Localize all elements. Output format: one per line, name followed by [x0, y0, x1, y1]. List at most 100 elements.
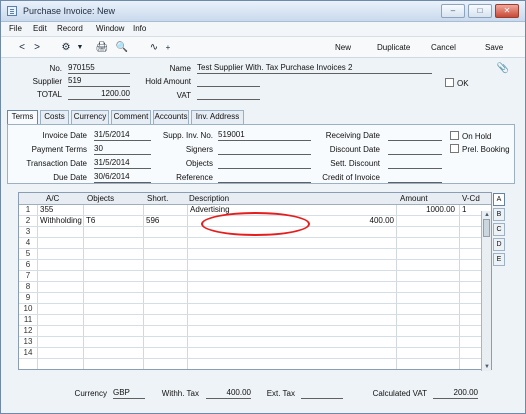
supplier-field[interactable]: 519	[68, 76, 130, 87]
cell-description[interactable]	[190, 249, 394, 260]
due-date-field[interactable]: 30/6/2014	[94, 172, 151, 183]
cell-short[interactable]	[146, 326, 185, 337]
new-button[interactable]: New	[335, 43, 351, 52]
cell-short[interactable]	[146, 337, 185, 348]
tab-comment[interactable]: Comment	[111, 110, 151, 124]
table-row[interactable]: 7	[19, 271, 491, 282]
table-row[interactable]: 10	[19, 304, 491, 315]
tab-currency[interactable]: Currency	[71, 110, 109, 124]
table-row[interactable]: 9	[19, 293, 491, 304]
cell-amount[interactable]	[399, 315, 455, 326]
cell-short[interactable]	[146, 260, 185, 271]
table-row[interactable]: 6	[19, 260, 491, 271]
menu-edit[interactable]: Edit	[33, 24, 47, 33]
cell-ac[interactable]: 355	[40, 205, 82, 216]
cell-description[interactable]	[190, 348, 394, 359]
cell-amount[interactable]	[399, 304, 455, 315]
cell-short[interactable]	[146, 315, 185, 326]
invoice-date-field[interactable]: 31/5/2014	[94, 130, 151, 141]
cell-amount[interactable]	[399, 238, 455, 249]
gear-icon[interactable]: ⚙	[59, 41, 73, 54]
cell-objects[interactable]	[86, 205, 141, 216]
duplicate-button[interactable]: Duplicate	[377, 43, 410, 52]
table-row[interactable]: 5	[19, 249, 491, 260]
cell-ac[interactable]: Withholding Tax	[40, 216, 82, 227]
cell-amount[interactable]	[399, 337, 455, 348]
plus-icon[interactable]: +	[161, 41, 175, 54]
cell-vcd[interactable]	[462, 271, 482, 282]
scroll-down-icon[interactable]: ▼	[483, 363, 491, 371]
cell-ac[interactable]	[40, 293, 82, 304]
vat-field[interactable]	[197, 89, 260, 100]
back-icon[interactable]: <	[15, 41, 29, 54]
cell-amount[interactable]	[399, 326, 455, 337]
cell-objects[interactable]	[86, 337, 141, 348]
cell-short[interactable]	[146, 293, 185, 304]
number-field[interactable]: 970155	[68, 63, 130, 74]
cell-description[interactable]	[190, 271, 394, 282]
close-button[interactable]: ✕	[495, 4, 519, 18]
tab-accounts[interactable]: Accounts	[153, 110, 189, 124]
cell-vcd[interactable]	[462, 260, 482, 271]
name-field[interactable]: Test Supplier With. Tax Purchase Invoice…	[197, 63, 432, 74]
cell-objects[interactable]: T6	[86, 216, 141, 227]
cell-ac[interactable]	[40, 337, 82, 348]
cell-objects[interactable]	[86, 304, 141, 315]
table-row[interactable]: 4	[19, 238, 491, 249]
cell-amount[interactable]	[399, 293, 455, 304]
side-tab-e[interactable]: E	[493, 253, 505, 266]
cell-short[interactable]	[146, 249, 185, 260]
cell-objects[interactable]	[86, 260, 141, 271]
trend-icon[interactable]: ∿	[147, 41, 161, 54]
cell-description[interactable]	[190, 282, 394, 293]
cell-ac[interactable]	[40, 260, 82, 271]
cell-vcd[interactable]	[462, 282, 482, 293]
cell-short[interactable]	[146, 238, 185, 249]
cell-description[interactable]	[190, 326, 394, 337]
forward-icon[interactable]: >	[30, 41, 44, 54]
cell-ac[interactable]	[40, 271, 82, 282]
minimize-button[interactable]: –	[441, 4, 465, 18]
cell-ac[interactable]	[40, 326, 82, 337]
signers-field[interactable]	[218, 144, 311, 155]
menu-info[interactable]: Info	[133, 24, 146, 33]
cell-vcd[interactable]	[462, 227, 482, 238]
cell-description[interactable]	[190, 304, 394, 315]
sett-discount-field[interactable]	[388, 158, 442, 169]
on-hold-checkbox[interactable]	[450, 131, 459, 140]
scrollbar-thumb[interactable]	[483, 219, 490, 237]
cell-vcd[interactable]	[462, 238, 482, 249]
credit-invoice-field[interactable]	[388, 172, 442, 183]
side-tab-c[interactable]: C	[493, 223, 505, 236]
payment-terms-field[interactable]: 30	[94, 144, 151, 155]
table-row[interactable]: 8	[19, 282, 491, 293]
print-preview-icon[interactable]: 🔍	[115, 41, 129, 54]
cell-vcd[interactable]	[462, 304, 482, 315]
cell-amount[interactable]	[399, 260, 455, 271]
cell-description[interactable]	[190, 260, 394, 271]
cell-description[interactable]	[190, 315, 394, 326]
cell-objects[interactable]	[86, 249, 141, 260]
table-row[interactable]: 13	[19, 337, 491, 348]
cell-vcd[interactable]	[462, 337, 482, 348]
tab-costs[interactable]: Costs	[40, 110, 69, 124]
receiving-date-field[interactable]	[388, 130, 442, 141]
cell-vcd[interactable]	[462, 315, 482, 326]
cell-amount[interactable]	[399, 271, 455, 282]
cell-objects[interactable]	[86, 315, 141, 326]
grid-scrollbar[interactable]: ▲ ▼	[481, 211, 491, 371]
cell-amount[interactable]	[399, 282, 455, 293]
cell-objects[interactable]	[86, 271, 141, 282]
cell-vcd[interactable]	[462, 326, 482, 337]
cell-ac[interactable]	[40, 304, 82, 315]
currency-field[interactable]: GBP	[113, 388, 145, 399]
cell-amount[interactable]	[399, 348, 455, 359]
tab-inv-address[interactable]: Inv. Address	[191, 110, 244, 124]
scroll-up-icon[interactable]: ▲	[483, 211, 491, 219]
cell-short[interactable]: 596	[146, 216, 185, 227]
cell-objects[interactable]	[86, 293, 141, 304]
cell-description[interactable]	[190, 238, 394, 249]
save-button[interactable]: Save	[485, 43, 503, 52]
cell-short[interactable]	[146, 205, 185, 216]
attachment-icon[interactable]: 📎	[496, 62, 510, 75]
